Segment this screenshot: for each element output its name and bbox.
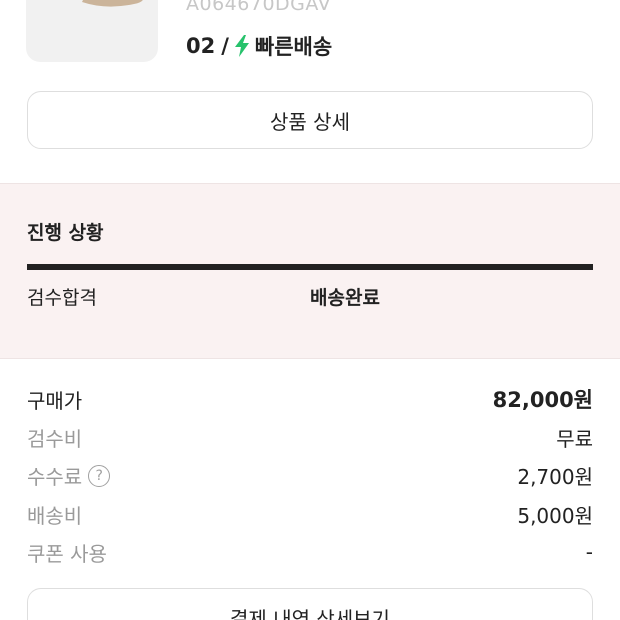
product-thumbnail[interactable] xyxy=(26,0,158,62)
progress-section: 진행 상황 검수합격 배송완료 xyxy=(0,183,620,359)
price-label: 배송비 xyxy=(27,503,83,528)
price-breakdown: 구매가 82,000원 검수비 무료 수수료 ? 2,700원 배송비 5,00… xyxy=(27,380,593,571)
product-size: 02 xyxy=(186,34,216,58)
price-label: 쿠폰 사용 xyxy=(27,541,107,566)
price-row-coupon: 쿠폰 사용 - xyxy=(27,533,593,571)
price-label-with-help: 수수료 ? xyxy=(27,461,111,490)
progress-bar xyxy=(27,264,593,270)
price-value: 5,000원 xyxy=(517,503,593,528)
separator: / xyxy=(221,34,229,58)
order-detail-page: A064670DGAV 02 / 빠른배송 상품 상세 진행 상황 검수합격 배… xyxy=(0,0,620,620)
product-model-code: A064670DGAV xyxy=(186,0,332,15)
price-row-commission: 수수료 ? 2,700원 xyxy=(27,457,593,495)
product-detail-button[interactable]: 상품 상세 xyxy=(27,91,593,149)
payment-detail-button[interactable]: 결제 내역 상세보기 xyxy=(27,588,593,620)
size-delivery-line: 02 / 빠른배송 xyxy=(186,31,332,61)
price-value: 2,700원 xyxy=(517,465,593,490)
price-value: 무료 xyxy=(556,426,593,451)
price-row-shipping: 배송비 5,000원 xyxy=(27,495,593,533)
price-row-purchase: 구매가 82,000원 xyxy=(27,380,593,418)
price-label: 검수비 xyxy=(27,426,83,451)
product-summary: A064670DGAV 02 / 빠른배송 xyxy=(0,0,620,90)
price-label: 구매가 xyxy=(27,388,83,413)
price-row-inspection-fee: 검수비 무료 xyxy=(27,418,593,456)
price-label: 수수료 xyxy=(27,465,83,490)
progress-title: 진행 상황 xyxy=(27,222,104,244)
progress-step-delivered: 배송완료 xyxy=(310,287,380,309)
progress-step-inspection: 검수합격 xyxy=(27,287,97,309)
price-value: - xyxy=(585,540,593,565)
price-value: 82,000원 xyxy=(492,388,593,413)
lightning-bolt-icon xyxy=(234,35,250,57)
cap-image xyxy=(82,0,143,7)
delivery-type: 빠른배송 xyxy=(254,35,333,59)
question-circle-icon[interactable]: ? xyxy=(88,464,111,487)
